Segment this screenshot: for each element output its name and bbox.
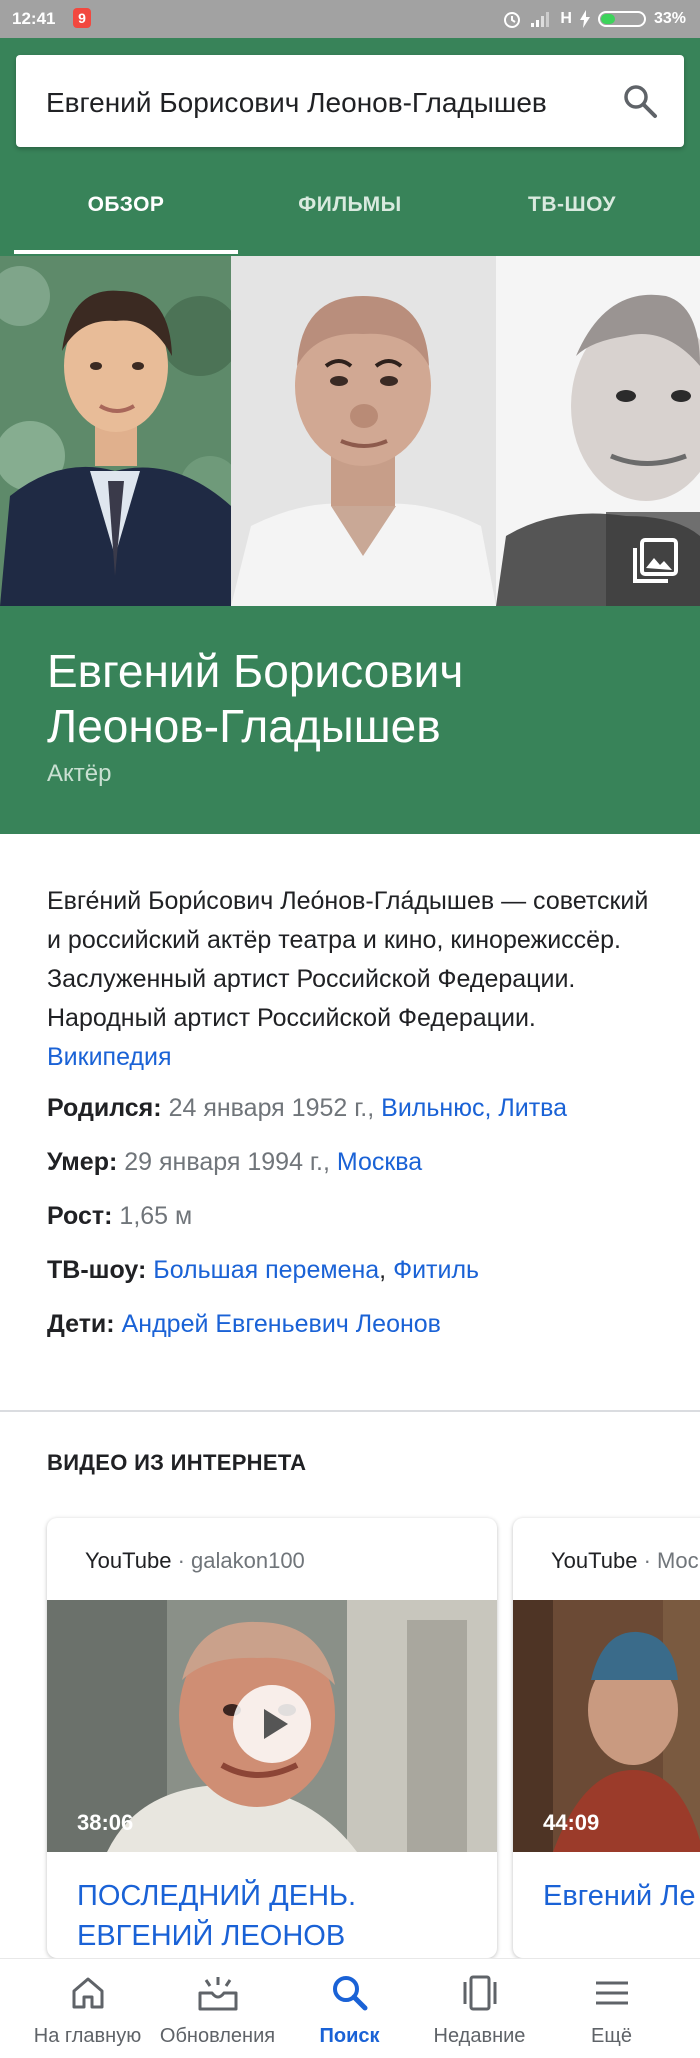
- video-channel: · galakon100: [177, 1548, 305, 1573]
- nav-more-label: Ещё: [591, 2025, 632, 2047]
- tab-tv-shows-label: ТВ-ШОУ: [528, 193, 616, 216]
- tab-tv-shows[interactable]: ТВ-ШОУ: [460, 178, 684, 256]
- notification-app-icon: 9: [73, 8, 91, 28]
- fact-height: Рост: 1,65 м: [47, 1202, 192, 1231]
- video-source: YouTube · galakon100: [85, 1548, 305, 1574]
- video-thumbnail[interactable]: 38:06: [47, 1600, 497, 1852]
- updates-icon: [198, 1977, 237, 2011]
- signal-icon: [531, 12, 550, 27]
- tab-films[interactable]: ФИЛЬМЫ: [238, 178, 462, 256]
- fact-died-label: Умер:: [47, 1148, 118, 1176]
- fact-height-value: 1,65 м: [119, 1202, 193, 1230]
- fact-children: Дети: Андрей Евгеньевич Леонов: [47, 1310, 441, 1339]
- video-source-site: YouTube: [551, 1548, 638, 1573]
- fact-born-label: Родился:: [47, 1094, 162, 1122]
- actor-photo-1[interactable]: [0, 256, 231, 606]
- fact-died-value: 29 января 1994 г.,: [124, 1148, 330, 1176]
- fact-born-place-link[interactable]: Вильнюс, Литва: [381, 1094, 567, 1122]
- home-icon: [72, 1977, 103, 2009]
- status-icons: H 33%: [502, 9, 686, 29]
- entity-name: Евгений Борисович Леонов-Гладышев: [47, 644, 463, 754]
- search-box[interactable]: Евгений Борисович Леонов-Гладышев: [16, 55, 684, 147]
- description-text: Евге́ний Бори́сович Лео́нов-Гла́дышев — …: [47, 887, 649, 1032]
- video-source: YouTube · Moc: [551, 1548, 699, 1574]
- tab-films-label: ФИЛЬМЫ: [298, 193, 402, 216]
- fact-born: Родился: 24 января 1952 г., Вильнюс, Лит…: [47, 1094, 567, 1123]
- tv-separator: ,: [379, 1256, 387, 1284]
- tv-show-link-1[interactable]: Большая перемена: [153, 1256, 379, 1284]
- battery-fill: [600, 14, 616, 24]
- video-duration: 38:06: [77, 1810, 134, 1835]
- video-card-2[interactable]: YouTube · Moc 44:09 Евгений Ле: [513, 1518, 700, 1958]
- fact-born-value: 24 января 1952 г.,: [168, 1094, 375, 1122]
- wikipedia-link[interactable]: Википедия: [47, 1043, 172, 1071]
- fact-children-link[interactable]: Андрей Евгеньевич Леонов: [122, 1310, 441, 1338]
- recent-icon: [463, 1975, 496, 2011]
- alarm-icon: [504, 12, 521, 28]
- fact-height-label: Рост:: [47, 1202, 113, 1230]
- tab-overview-label: ОБЗОР: [87, 193, 165, 216]
- entity-description: Евге́ний Бори́сович Лео́нов-Гла́дышев — …: [47, 882, 667, 1077]
- video-title[interactable]: ПОСЛЕДНИЙ ДЕНЬ. ЕВГЕНИЙ ЛЕОНОВ: [77, 1876, 356, 1956]
- video-source-site: YouTube: [85, 1548, 172, 1573]
- photo-strip[interactable]: [0, 256, 700, 606]
- photo-gallery-button[interactable]: [606, 512, 700, 606]
- search-icon[interactable]: [622, 83, 658, 119]
- fact-tv-shows: ТВ-шоу: Большая перемена, Фитиль: [47, 1256, 479, 1285]
- tv-show-link-2[interactable]: Фитиль: [393, 1256, 479, 1284]
- entity-role: Актёр: [47, 760, 112, 787]
- bottom-navigation: На главную Обновления Поиск Недавние Ещё: [0, 1958, 700, 2058]
- play-icon: [264, 1709, 288, 1739]
- status-bar: 12:41 9 H 33%: [0, 0, 700, 38]
- gallery-icon: [633, 538, 678, 583]
- video-title-line1: Евгений Ле: [543, 1880, 696, 1912]
- entity-name-line2: Леонов-Гладышев: [47, 700, 441, 752]
- network-type: H: [560, 10, 572, 27]
- search-icon: [332, 1976, 367, 2011]
- video-title-line1: ПОСЛЕДНИЙ ДЕНЬ.: [77, 1880, 357, 1912]
- video-title[interactable]: Евгений Ле: [543, 1876, 695, 1916]
- video-thumbnail[interactable]: 44:09: [513, 1600, 700, 1852]
- fact-died: Умер: 29 января 1994 г., Москва: [47, 1148, 422, 1177]
- tab-bar: ОБЗОР ФИЛЬМЫ ТВ-ШОУ: [0, 178, 700, 256]
- tab-indicator: [14, 250, 238, 254]
- fact-children-label: Дети:: [47, 1310, 115, 1338]
- battery-percent: 33%: [653, 10, 686, 27]
- video-card-1[interactable]: YouTube · galakon100 38:06 ПОСЛЕДНИЙ ДЕН…: [47, 1518, 497, 1958]
- entity-name-line1: Евгений Борисович: [47, 645, 464, 697]
- play-button[interactable]: [233, 1685, 311, 1763]
- section-divider: [0, 1410, 700, 1412]
- video-channel: · Moc: [643, 1548, 699, 1573]
- menu-icon: [595, 1981, 628, 2005]
- actor-photo-2[interactable]: [231, 256, 496, 606]
- status-time: 12:41: [12, 9, 56, 28]
- tab-overview[interactable]: ОБЗОР: [14, 178, 238, 256]
- charging-icon: [579, 10, 590, 28]
- video-title-line2: ЕВГЕНИЙ ЛЕОНОВ: [77, 1920, 346, 1952]
- video-duration: 44:09: [543, 1810, 600, 1835]
- battery-icon: [597, 11, 646, 27]
- fact-tv-label: ТВ-шоу:: [47, 1256, 147, 1284]
- videos-section-title: ВИДЕО ИЗ ИНТЕРНЕТА: [47, 1450, 307, 1475]
- fact-died-place-link[interactable]: Москва: [337, 1148, 422, 1176]
- nav-more[interactable]: Ещё: [534, 1959, 689, 2058]
- search-query[interactable]: Евгений Борисович Леонов-Гладышев: [46, 87, 547, 119]
